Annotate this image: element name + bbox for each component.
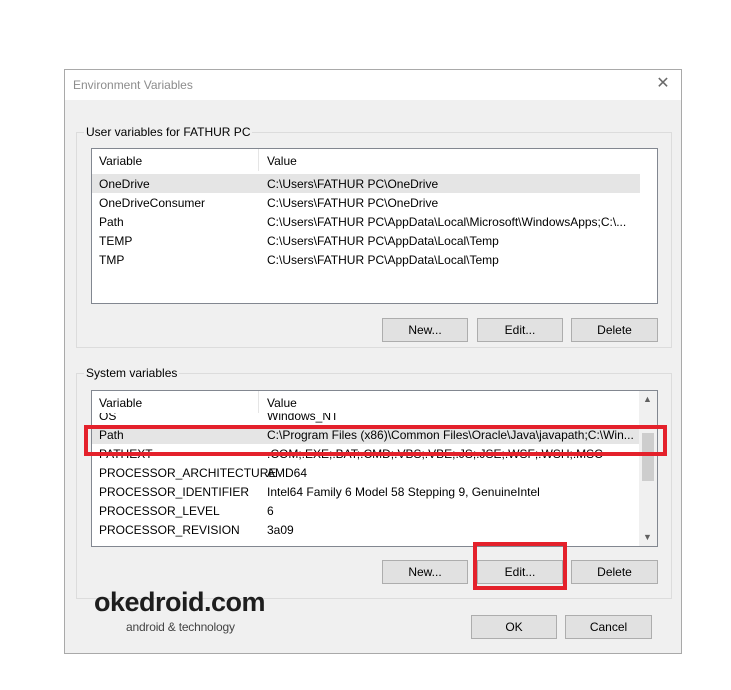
system-list-header: Variable Value — [92, 391, 638, 413]
scroll-down-icon[interactable]: ▼ — [639, 529, 656, 546]
user-variables-list[interactable]: Variable Value OneDrive C:\Users\FATHUR … — [91, 148, 658, 304]
system-var-row-path[interactable]: Path C:\Program Files (x86)\Common Files… — [92, 425, 640, 444]
variable-name: PROCESSOR_REVISION — [99, 523, 240, 537]
title-bar: Environment Variables ✕ — [65, 70, 681, 100]
ok-button[interactable]: OK — [471, 615, 557, 639]
user-variables-label: User variables for FATHUR PC — [84, 125, 253, 139]
user-var-row-tmp[interactable]: TMP C:\Users\FATHUR PC\AppData\Local\Tem… — [92, 250, 640, 269]
variable-value: AMD64 — [267, 466, 308, 480]
variable-name: TMP — [99, 253, 125, 267]
system-var-row-pathext[interactable]: PATHEXT .COM;.EXE;.BAT;.CMD;.VBS;.VBE;.J… — [92, 444, 640, 463]
window-title: Environment Variables — [73, 78, 193, 92]
system-variables-label: System variables — [84, 366, 180, 380]
variable-name: Path — [99, 215, 124, 229]
environment-variables-dialog: Environment Variables ✕ User variables f… — [64, 69, 682, 654]
scroll-up-icon[interactable]: ▲ — [639, 391, 656, 408]
system-variables-list[interactable]: Variable Value OS Windows_NT Path C:\Pro… — [91, 390, 658, 547]
system-var-row-processor-level[interactable]: PROCESSOR_LEVEL 6 — [92, 501, 640, 520]
system-list-scrollbar[interactable]: ▲ ▼ — [639, 391, 657, 546]
system-delete-button[interactable]: Delete — [571, 560, 658, 584]
variable-name: TEMP — [99, 234, 133, 248]
watermark-tagline: android & technology — [126, 620, 235, 634]
variable-value: 3a09 — [267, 523, 294, 537]
variable-name: PROCESSOR_IDENTIFIER — [99, 485, 250, 499]
variable-name: Path — [99, 428, 124, 442]
variable-value: C:\Users\FATHUR PC\OneDrive — [267, 196, 439, 210]
variable-value: C:\Program Files (x86)\Common Files\Orac… — [267, 428, 634, 442]
user-var-row-temp[interactable]: TEMP C:\Users\FATHUR PC\AppData\Local\Te… — [92, 231, 640, 250]
variable-name: PROCESSOR_LEVEL — [99, 504, 220, 518]
user-new-button[interactable]: New... — [382, 318, 468, 342]
variable-value: C:\Users\FATHUR PC\AppData\Local\Microso… — [267, 215, 627, 229]
variable-value: Intel64 Family 6 Model 58 Stepping 9, Ge… — [267, 485, 540, 499]
watermark-brand: okedroid.com — [94, 587, 266, 617]
close-icon[interactable]: ✕ — [653, 74, 673, 94]
user-delete-button[interactable]: Delete — [571, 318, 658, 342]
system-var-row-processor-identifier[interactable]: PROCESSOR_IDENTIFIER Intel64 Family 6 Mo… — [92, 482, 640, 501]
variable-name: OneDrive — [99, 177, 150, 191]
cancel-button[interactable]: Cancel — [565, 615, 652, 639]
variable-value: C:\Users\FATHUR PC\AppData\Local\Temp — [267, 253, 499, 267]
system-var-row-processor-revision[interactable]: PROCESSOR_REVISION 3a09 — [92, 520, 640, 539]
variable-name: PATHEXT — [99, 447, 153, 461]
user-var-row-onedriveconsumer[interactable]: OneDriveConsumer C:\Users\FATHUR PC\OneD… — [92, 193, 640, 212]
value-column-header[interactable]: Value — [267, 396, 297, 410]
user-variables-group: User variables for FATHUR PC Variable Va… — [76, 125, 672, 348]
value-column-header[interactable]: Value — [267, 154, 297, 168]
variable-column-header[interactable]: Variable — [99, 154, 142, 168]
scrollbar-thumb[interactable] — [642, 433, 654, 481]
system-variables-group: System variables Variable Value OS Windo… — [76, 366, 672, 599]
variable-value: C:\Users\FATHUR PC\AppData\Local\Temp — [267, 234, 499, 248]
variable-value: 6 — [267, 504, 274, 518]
user-var-row-path[interactable]: Path C:\Users\FATHUR PC\AppData\Local\Mi… — [92, 212, 640, 231]
system-var-row-processor-architecture[interactable]: PROCESSOR_ARCHITECTURE AMD64 — [92, 463, 640, 482]
variable-name: OneDriveConsumer — [99, 196, 206, 210]
system-new-button[interactable]: New... — [382, 560, 468, 584]
user-edit-button[interactable]: Edit... — [477, 318, 563, 342]
user-list-header: Variable Value — [92, 149, 657, 171]
system-edit-button[interactable]: Edit... — [477, 560, 563, 584]
user-var-row-onedrive[interactable]: OneDrive C:\Users\FATHUR PC\OneDrive — [92, 174, 640, 193]
variable-name: PROCESSOR_ARCHITECTURE — [99, 466, 277, 480]
variable-column-header[interactable]: Variable — [99, 396, 142, 410]
variable-value: C:\Users\FATHUR PC\OneDrive — [267, 177, 439, 191]
variable-value: .COM;.EXE;.BAT;.CMD;.VBS;.VBE;.JS;.JSE;.… — [267, 447, 603, 461]
